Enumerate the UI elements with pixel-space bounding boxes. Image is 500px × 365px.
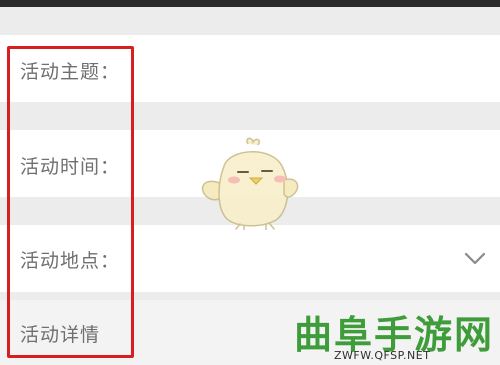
top-bar bbox=[0, 0, 500, 7]
watermark: 曲阜手游网 ZWFW.QFSP.NET bbox=[288, 304, 500, 365]
field-label-theme: 活动主题： bbox=[20, 61, 121, 83]
section-gap bbox=[0, 102, 500, 130]
watermark-url: ZWFW.QFSP.NET bbox=[334, 349, 431, 362]
field-label-location: 活动地点： bbox=[20, 250, 121, 272]
section-gap bbox=[0, 7, 500, 35]
section-gap bbox=[0, 292, 500, 300]
chevron-down-icon[interactable] bbox=[464, 252, 486, 266]
field-label-details: 活动详情 bbox=[20, 324, 101, 346]
mascot-chick-icon bbox=[201, 137, 299, 230]
field-label-time: 活动时间： bbox=[20, 156, 121, 178]
form-row-location[interactable]: 活动地点： bbox=[0, 225, 500, 292]
form-row-theme[interactable]: 活动主题： bbox=[0, 35, 500, 102]
